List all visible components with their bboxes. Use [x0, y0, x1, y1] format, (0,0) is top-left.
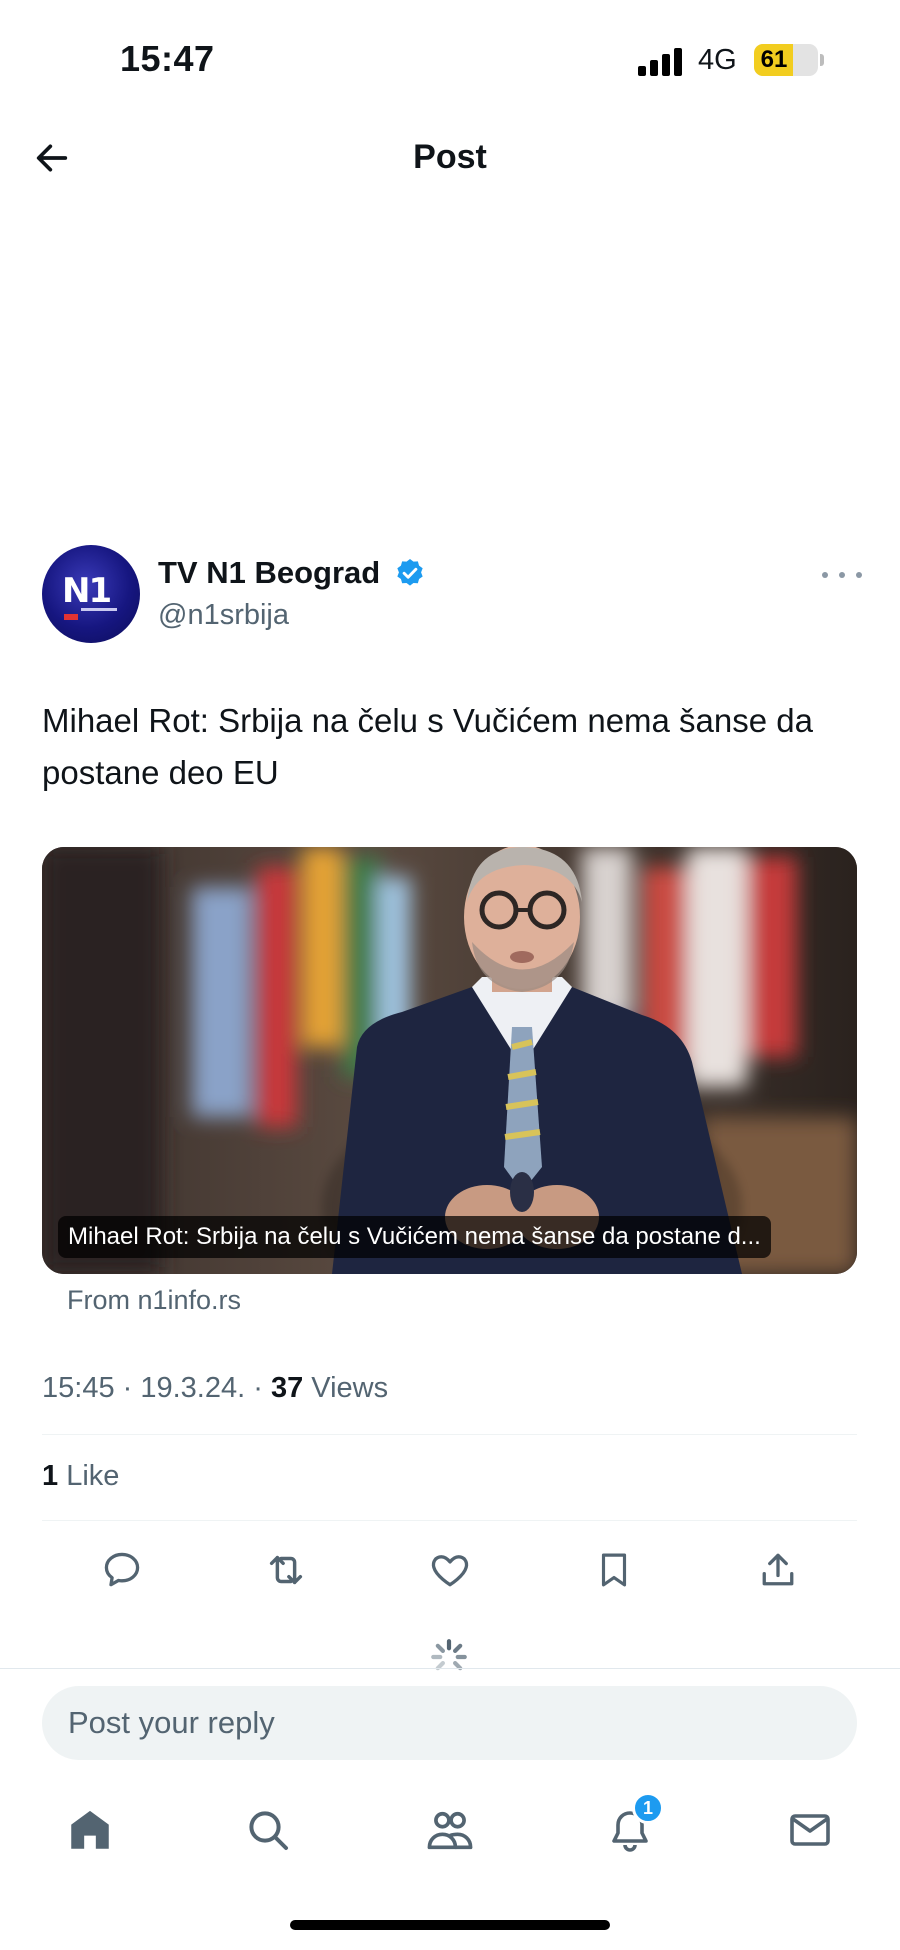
card-image	[42, 847, 857, 1274]
home-icon	[71, 1810, 109, 1849]
post-date: 19.3.24.	[140, 1372, 246, 1404]
bookmark-button[interactable]	[586, 1542, 642, 1598]
bottom-nav: 1	[0, 1790, 900, 1870]
reply-placeholder: Post your reply	[68, 1705, 275, 1740]
status-bar: 15:47 4G 61	[0, 0, 900, 120]
avatar-logo: N1	[62, 571, 112, 611]
author-handle[interactable]: @n1srbija	[158, 599, 289, 632]
more-options-button[interactable]	[822, 565, 862, 585]
top-bar: Post	[0, 120, 900, 200]
avatar[interactable]: N1	[42, 545, 140, 643]
battery-level: 61	[760, 46, 788, 73]
comment-icon	[104, 1552, 140, 1587]
battery-tip	[820, 54, 824, 66]
network-type: 4G	[698, 44, 737, 76]
author-name[interactable]: TV N1 Beograd	[158, 555, 380, 591]
communities-icon	[427, 1811, 473, 1850]
post-time: 15:45	[42, 1372, 115, 1404]
home-indicator	[290, 1920, 610, 1930]
share-button[interactable]	[750, 1542, 806, 1598]
signal-icon	[638, 46, 686, 76]
repost-button[interactable]	[258, 1542, 314, 1598]
repost-icon	[269, 1555, 303, 1585]
nav-notifications[interactable]: 1	[600, 1792, 664, 1860]
post-text: Mihael Rot: Srbija na čelu s Vučićem nem…	[42, 702, 813, 791]
views-count: 37	[270, 1372, 304, 1404]
divider	[42, 1434, 857, 1435]
post-author: N1 TV N1 Beograd @n1srbija	[42, 545, 862, 645]
reply-button[interactable]	[94, 1542, 150, 1598]
nav-search[interactable]	[238, 1800, 298, 1860]
card-caption: Mihael Rot: Srbija na čelu s Vučićem nem…	[58, 1216, 771, 1258]
verified-badge-icon	[397, 559, 423, 586]
heart-icon	[431, 1555, 469, 1587]
nav-messages[interactable]	[780, 1800, 840, 1860]
divider	[42, 1520, 857, 1521]
card-source[interactable]: From n1info.rs	[67, 1285, 241, 1316]
link-card[interactable]: Mihael Rot: Srbija na čelu s Vučićem nem…	[42, 847, 857, 1274]
status-time: 15:47	[120, 38, 215, 79]
likes-count: 1	[42, 1460, 59, 1492]
messages-icon	[790, 1814, 830, 1846]
bookmark-icon	[601, 1553, 627, 1587]
nav-home[interactable]	[60, 1800, 120, 1860]
page-title: Post	[413, 138, 487, 176]
battery-icon: 61	[754, 44, 818, 76]
share-icon	[762, 1553, 794, 1586]
views-label: Views	[311, 1372, 389, 1404]
reply-input[interactable]: Post your reply	[42, 1686, 857, 1760]
like-button[interactable]	[422, 1542, 478, 1598]
avatar-logo-mark	[64, 607, 120, 620]
reply-divider	[0, 1668, 900, 1669]
loading-spinner-icon	[431, 1639, 467, 1671]
notification-badge: 1	[632, 1792, 664, 1824]
likes-label: Like	[66, 1460, 120, 1492]
search-icon	[249, 1811, 288, 1850]
post-actions	[42, 1542, 857, 1598]
nav-communities[interactable]	[420, 1800, 480, 1860]
post-meta: 15:45 · 19.3.24. · 37 Views	[42, 1372, 389, 1404]
likes-summary[interactable]: 1 Like	[42, 1460, 119, 1493]
